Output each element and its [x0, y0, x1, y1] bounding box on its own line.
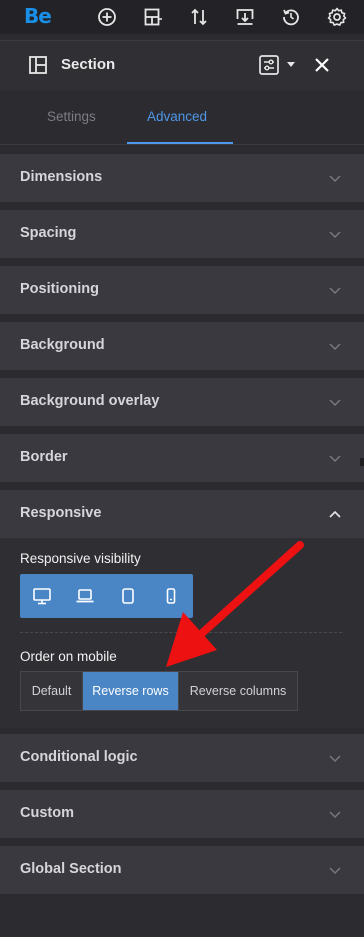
accordion-label: Spacing	[20, 225, 77, 241]
accordion-global-section[interactable]: Global Section	[0, 846, 364, 894]
chevron-down-icon	[329, 231, 341, 239]
app-logo[interactable]: Be	[24, 4, 52, 28]
chevron-down-icon	[329, 455, 341, 463]
accordion-label: Dimensions	[20, 169, 103, 185]
visibility-laptop-button[interactable]	[63, 574, 106, 618]
scrollbar-thumb[interactable]	[360, 458, 364, 466]
visibility-desktop-button[interactable]	[20, 574, 63, 618]
accordion-label: Background	[20, 337, 105, 353]
responsive-visibility-label: Responsive visibility	[20, 551, 141, 566]
accordion-background[interactable]: Background	[0, 322, 364, 370]
accordion-dimensions[interactable]: Dimensions	[0, 154, 364, 202]
panel-tabs: Settings Advanced	[0, 91, 364, 144]
history-icon[interactable]	[280, 6, 302, 28]
presets-icon[interactable]	[258, 53, 280, 77]
accordion-custom[interactable]: Custom	[0, 790, 364, 838]
close-icon[interactable]	[313, 56, 331, 74]
top-toolbar: Be	[0, 0, 364, 34]
import-icon[interactable]	[234, 6, 256, 28]
accordion-label: Global Section	[20, 861, 122, 877]
accordion-responsive[interactable]: Responsive	[0, 490, 364, 538]
accordion-label: Custom	[20, 805, 74, 821]
settings-icon[interactable]	[326, 6, 348, 28]
chevron-down-icon	[329, 755, 341, 763]
accordion-label: Responsive	[20, 505, 102, 521]
chevron-down-icon	[329, 175, 341, 183]
chevron-down-icon	[329, 867, 341, 875]
divider	[20, 632, 342, 633]
mobile-icon	[167, 588, 176, 604]
accordion-label: Background overlay	[20, 393, 160, 409]
accordion-conditional-logic[interactable]: Conditional logic	[0, 734, 364, 782]
section-icon	[29, 56, 47, 74]
laptop-icon	[76, 589, 94, 603]
panel-title: Section	[61, 56, 116, 73]
sort-icon[interactable]	[188, 6, 210, 28]
accordion-label: Border	[20, 449, 68, 465]
chevron-down-icon	[329, 399, 341, 407]
panel-header: Section	[0, 40, 364, 91]
order-on-mobile-toggle: Default Reverse rows Reverse columns	[20, 671, 298, 711]
tab-advanced[interactable]: Advanced	[147, 109, 207, 124]
accordion-label: Conditional logic	[20, 749, 138, 765]
visibility-tablet-button[interactable]	[107, 574, 150, 618]
accordion-label: Positioning	[20, 281, 99, 297]
order-reverse-rows-button[interactable]: Reverse rows	[83, 672, 179, 710]
chevron-up-icon	[329, 510, 341, 518]
order-default-button[interactable]: Default	[21, 672, 83, 710]
presets-dropdown-icon[interactable]	[286, 61, 296, 69]
chevron-down-icon	[329, 287, 341, 295]
accordion-spacing[interactable]: Spacing	[0, 210, 364, 258]
add-icon[interactable]	[96, 6, 118, 28]
responsive-visibility-toggles	[20, 574, 193, 618]
chevron-down-icon	[329, 811, 341, 819]
accordion-background-overlay[interactable]: Background overlay	[0, 378, 364, 426]
accordion-border[interactable]: Border	[0, 434, 364, 482]
chevron-down-icon	[329, 343, 341, 351]
layout-icon[interactable]	[142, 6, 164, 28]
desktop-icon	[32, 588, 51, 605]
accordion-positioning[interactable]: Positioning	[0, 266, 364, 314]
order-reverse-columns-button[interactable]: Reverse columns	[179, 672, 297, 710]
tab-settings[interactable]: Settings	[47, 109, 96, 124]
visibility-mobile-button[interactable]	[150, 574, 193, 618]
order-on-mobile-label: Order on mobile	[20, 649, 117, 664]
tablet-icon	[122, 588, 134, 604]
tabs-divider	[0, 144, 364, 145]
